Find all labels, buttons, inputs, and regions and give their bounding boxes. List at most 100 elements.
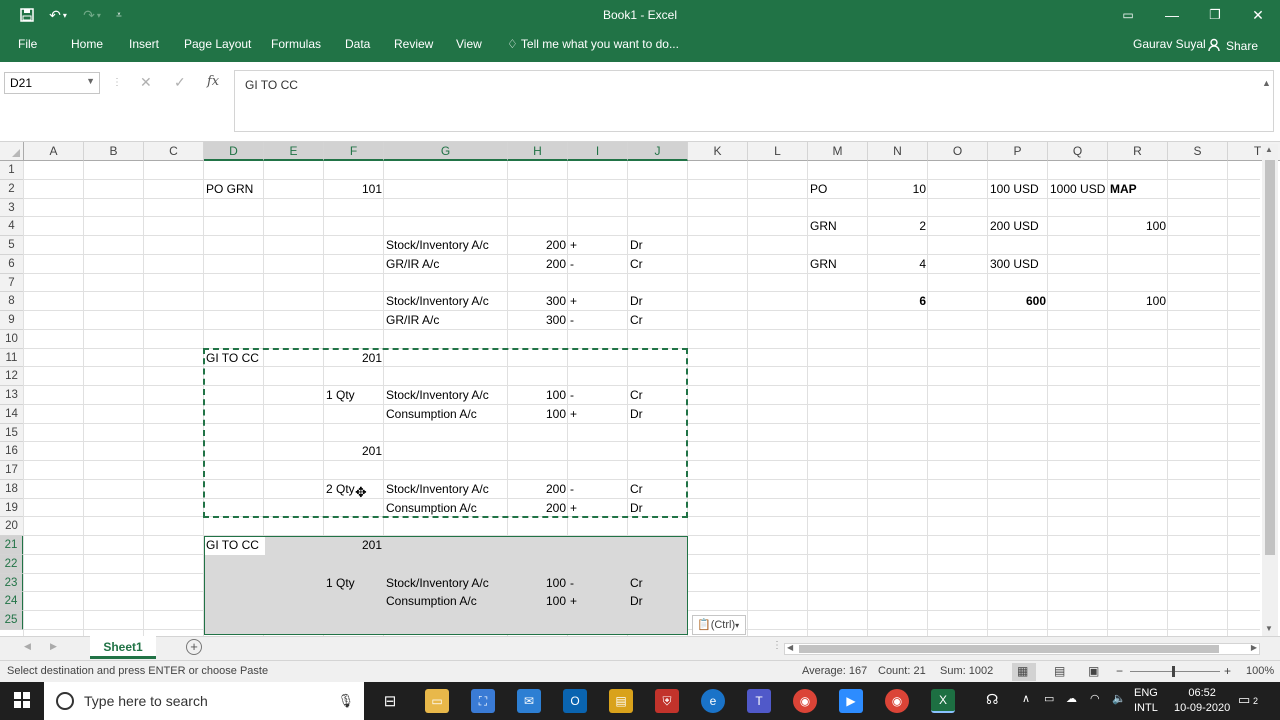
scroll-left-icon[interactable]: ◀ xyxy=(787,643,793,652)
mail-icon[interactable]: ✉ xyxy=(517,689,541,713)
cell-m2[interactable]: PO xyxy=(808,180,829,199)
cell-q2[interactable]: 1000 USD xyxy=(1048,180,1107,199)
cell-d11[interactable]: GI TO CC xyxy=(204,349,261,368)
column-header-f[interactable]: F xyxy=(324,142,384,161)
cell-h5[interactable]: 200 xyxy=(508,236,568,255)
chevron-down-icon[interactable]: ▼ xyxy=(86,76,95,86)
sticky-notes-icon[interactable]: ▤ xyxy=(609,689,633,713)
language-indicator[interactable]: ENG INTL xyxy=(1134,686,1158,716)
cell-f18[interactable]: 2 Qty xyxy=(324,480,357,499)
cell-n2[interactable]: 10 xyxy=(868,180,928,199)
scroll-up-icon[interactable]: ▲ xyxy=(1265,145,1273,154)
formula-input[interactable]: GI TO CC xyxy=(234,70,1274,132)
tell-me-box[interactable]: ♢ Tell me what you want to do... xyxy=(507,37,679,51)
row-header-14[interactable]: 14 xyxy=(0,404,24,424)
cell-m4[interactable]: GRN xyxy=(808,217,839,236)
volume-icon[interactable]: 🔈 xyxy=(1112,692,1126,707)
tab-insert[interactable]: Insert xyxy=(129,37,159,51)
tab-home[interactable]: Home xyxy=(71,37,103,51)
minimize-icon[interactable]: — xyxy=(1162,4,1182,26)
cell-r8[interactable]: 100 xyxy=(1108,292,1168,311)
people-icon[interactable]: ☊ xyxy=(986,692,998,707)
name-box[interactable]: D21 ▼ xyxy=(4,72,100,94)
cell-h14[interactable]: 100 xyxy=(508,405,568,424)
edge-icon[interactable]: e xyxy=(701,689,725,713)
status-average[interactable]: Average: 167 xyxy=(802,665,867,677)
show-hidden-icons[interactable]: ∧ xyxy=(1022,692,1030,707)
taskbar-search-box[interactable]: Type here to search 🎙 xyxy=(44,682,364,720)
prev-sheet-icon[interactable]: ◀ xyxy=(24,641,31,652)
cell-h24[interactable]: 100 xyxy=(508,592,568,611)
zoom-slider[interactable] xyxy=(1130,671,1220,672)
row-header-13[interactable]: 13 xyxy=(0,386,24,405)
column-header-g[interactable]: G xyxy=(384,142,508,161)
close-icon[interactable]: ✕ xyxy=(1248,4,1268,26)
row-header-21[interactable]: 21 xyxy=(0,536,24,555)
row-header-11[interactable]: 11 xyxy=(0,348,24,368)
column-header-q[interactable]: Q xyxy=(1048,142,1108,161)
zoom-level[interactable]: 100% xyxy=(1246,665,1274,677)
confirm-entry-icon[interactable]: ✓ xyxy=(174,74,186,91)
chrome-profile-icon[interactable]: ◉ xyxy=(885,689,909,713)
column-header-d[interactable]: D xyxy=(204,142,264,161)
row-header-19[interactable]: 19 xyxy=(0,498,24,518)
cell-g14[interactable]: Consumption A/c xyxy=(384,405,479,424)
cell-g24[interactable]: Consumption A/c xyxy=(384,592,479,611)
outlook-icon[interactable]: O xyxy=(563,689,587,713)
cell-n8[interactable]: 6 xyxy=(868,292,928,311)
cell-m6[interactable]: GRN xyxy=(808,255,839,274)
select-all-button[interactable] xyxy=(0,142,24,161)
cell-p2[interactable]: 100 USD xyxy=(988,180,1041,199)
scroll-down-icon[interactable]: ▼ xyxy=(1265,624,1273,633)
row-header-22[interactable]: 22 xyxy=(0,554,24,574)
zoom-in-icon[interactable]: + xyxy=(1224,664,1231,678)
cell-i6[interactable]: - xyxy=(568,255,576,274)
cell-j8[interactable]: Dr xyxy=(628,292,645,311)
row-header-5[interactable]: 5 xyxy=(0,236,24,255)
status-count[interactable]: Count: 21 xyxy=(878,665,926,677)
paste-options-button[interactable]: 📋(Ctrl)▾ xyxy=(692,615,746,635)
scroll-right-icon[interactable]: ▶ xyxy=(1251,643,1257,652)
column-header-i[interactable]: I xyxy=(568,142,628,161)
cell-f2[interactable]: 101 xyxy=(324,180,384,199)
cell-h13[interactable]: 100 xyxy=(508,386,568,405)
cell-g13[interactable]: Stock/Inventory A/c xyxy=(384,386,491,405)
cell-g6[interactable]: GR/IR A/c xyxy=(384,255,441,274)
split-grip-icon[interactable]: ⋮ xyxy=(772,640,782,651)
row-header-7[interactable]: 7 xyxy=(0,273,24,293)
tab-file[interactable]: File xyxy=(18,37,37,51)
row-header-16[interactable]: 16 xyxy=(0,442,24,461)
wifi-icon[interactable]: ◠ xyxy=(1090,692,1100,707)
onedrive-icon[interactable]: ☁ xyxy=(1066,692,1077,707)
cell-i8[interactable]: + xyxy=(568,292,579,311)
cell-g18[interactable]: Stock/Inventory A/c xyxy=(384,480,491,499)
excel-taskbar-icon[interactable]: X xyxy=(931,689,955,713)
cell-g9[interactable]: GR/IR A/c xyxy=(384,311,441,330)
column-header-k[interactable]: K xyxy=(688,142,748,161)
row-header-24[interactable]: 24 xyxy=(0,592,24,611)
row-header-6[interactable]: 6 xyxy=(0,254,24,274)
tab-page-layout[interactable]: Page Layout xyxy=(184,37,251,51)
store-icon[interactable]: ⛶ xyxy=(471,689,495,713)
cell-h19[interactable]: 200 xyxy=(508,499,568,518)
cell-n4[interactable]: 2 xyxy=(868,217,928,236)
cell-r2[interactable]: MAP xyxy=(1108,180,1139,199)
row-header-10[interactable]: 10 xyxy=(0,329,24,349)
cell-p6[interactable]: 300 USD xyxy=(988,255,1041,274)
user-name[interactable]: Gaurav Suyal xyxy=(1133,37,1206,51)
cell-f23[interactable]: 1 Qty xyxy=(324,574,357,593)
row-header-23[interactable]: 23 xyxy=(0,573,24,593)
row-header-4[interactable]: 4 xyxy=(0,217,24,236)
row-header-18[interactable]: 18 xyxy=(0,479,24,499)
cell-n6[interactable]: 4 xyxy=(868,255,928,274)
cell-j13[interactable]: Cr xyxy=(628,386,645,405)
column-header-h[interactable]: H xyxy=(508,142,568,161)
row-header-2[interactable]: 2 xyxy=(0,179,24,199)
cell-g5[interactable]: Stock/Inventory A/c xyxy=(384,236,491,255)
column-header-b[interactable]: B xyxy=(84,142,144,161)
horizontal-scroll-thumb[interactable] xyxy=(799,645,1219,653)
task-view-icon[interactable]: ⊟ xyxy=(378,689,402,713)
app-shield-icon[interactable]: ⛨ xyxy=(655,689,679,713)
row-header-12[interactable]: 12 xyxy=(0,367,24,386)
cell-f16[interactable]: 201 xyxy=(324,442,384,461)
